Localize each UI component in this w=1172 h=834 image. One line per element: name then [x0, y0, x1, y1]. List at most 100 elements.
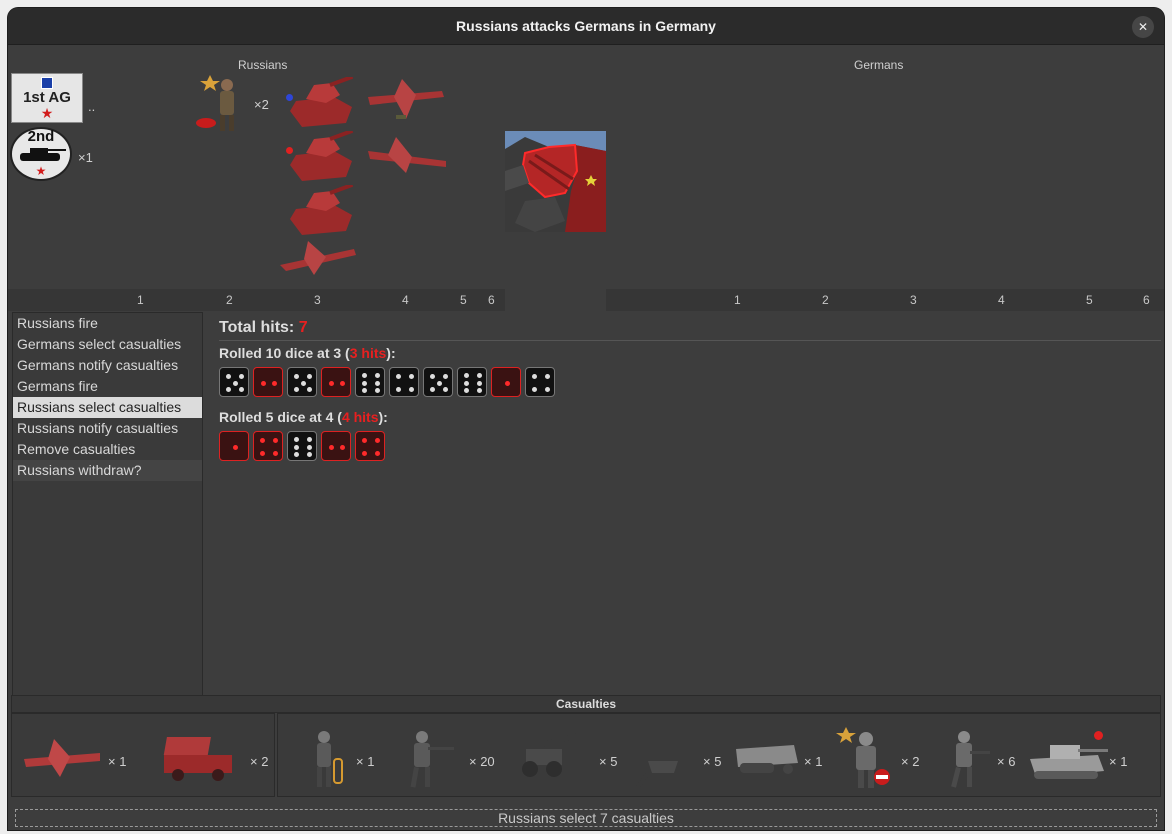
die-miss: [355, 367, 385, 397]
casualty-mult: × 20: [469, 754, 495, 769]
casualty-mult: × 1: [108, 754, 127, 769]
step-item[interactable]: Russians withdraw?: [13, 460, 202, 481]
die-pip: [375, 380, 380, 386]
casualty-mult: × 5: [599, 754, 618, 769]
battle-window: Russians attacks Germans in Germany ✕ Ru…: [8, 8, 1164, 830]
die-pip: [340, 380, 345, 386]
die-hit: [219, 431, 249, 461]
army-group-chip-label: 1st AG: [23, 89, 71, 106]
infantry-icon[interactable]: [398, 729, 458, 789]
total-hits-label: Total hits:: [219, 319, 299, 336]
mech-infantry-icon[interactable]: [938, 729, 994, 789]
window-title: Russians attacks Germans in Germany: [456, 18, 716, 34]
casualty-mult: × 1: [1109, 754, 1128, 769]
die-pip: [375, 451, 380, 456]
defender-column-2: 2: [822, 293, 829, 307]
roll-summary-2: Rolled 5 dice at 4 (4 hits):: [219, 409, 1161, 427]
roll-summary-1: Rolled 10 dice at 3 (3 hits):: [219, 345, 1161, 363]
step-item[interactable]: Germans fire: [13, 376, 202, 397]
total-hits-value: 7: [298, 319, 308, 336]
die-pip: [375, 373, 380, 378]
die-pip: [307, 374, 312, 379]
die-miss: [423, 367, 453, 397]
defender-column-6: 6: [1143, 293, 1150, 307]
battle-steps-list[interactable]: Russians fire Germans select casualties …: [12, 312, 203, 702]
step-item[interactable]: Russians notify casualties: [13, 418, 202, 439]
army-group-chip[interactable]: 1st AG ★: [11, 73, 83, 123]
attacker-label: Russians: [238, 58, 288, 72]
defender-column-4: 4: [998, 293, 1005, 307]
step-item-active[interactable]: Russians select casualties: [13, 397, 202, 418]
die-pip: [294, 374, 299, 379]
casualty-mult: × 2: [901, 754, 920, 769]
heavy-tank-icon[interactable]: [1028, 739, 1110, 783]
die-miss: [287, 431, 317, 461]
dice-row: [219, 367, 1161, 397]
step-item[interactable]: Russians fire: [13, 313, 202, 334]
die-pip: [260, 451, 265, 456]
die-pip: [504, 380, 510, 386]
fighter-plane-icon[interactable]: [22, 735, 102, 779]
die-pip: [532, 387, 537, 392]
casualty-mult: × 5: [703, 754, 722, 769]
army-group-suffix: ..: [88, 99, 96, 114]
attacker-column-4: 4: [402, 293, 409, 307]
die-hit: [321, 367, 351, 397]
defender-column-1: 1: [734, 293, 741, 307]
casualty-mult: × 2: [250, 754, 269, 769]
rocket-truck-icon[interactable]: [158, 731, 238, 783]
die-pip: [375, 388, 380, 393]
die-pip: [545, 374, 550, 379]
russian-bomber-icon[interactable]: [366, 75, 446, 125]
die-pip: [226, 374, 231, 379]
russian-infantry-icon[interactable]: [196, 75, 246, 131]
halftrack-icon[interactable]: [734, 737, 800, 777]
die-pip: [362, 388, 367, 393]
territory-map-thumbnail: [505, 131, 606, 232]
russian-fighter-icon[interactable]: [278, 235, 358, 279]
roll-summary-hits: 3 hits: [349, 345, 387, 361]
roll-summary-hits: 4 hits: [341, 409, 379, 425]
casualty-mult: × 6: [997, 754, 1016, 769]
step-item[interactable]: Germans select casualties: [13, 334, 202, 355]
roll-summary-suffix: ):: [378, 409, 388, 425]
russian-tank-icon[interactable]: [286, 77, 356, 131]
defender-label: Germans: [854, 58, 904, 72]
die-miss: [219, 367, 249, 397]
close-icon: ✕: [1137, 20, 1149, 34]
die-miss: [457, 367, 487, 397]
attacker-column-1: 1: [137, 293, 144, 307]
die-hit: [355, 431, 385, 461]
die-pip: [232, 380, 238, 386]
step-item[interactable]: Remove casualties: [13, 439, 202, 460]
die-pip: [532, 374, 537, 379]
die-pip: [464, 373, 469, 378]
russian-fighter-icon[interactable]: [366, 133, 450, 177]
die-pip: [273, 451, 278, 456]
artillery-icon[interactable]: [514, 731, 596, 781]
total-hits: Total hits: 7: [219, 319, 1161, 339]
engineer-infantry-icon[interactable]: [304, 729, 352, 789]
battle-content: Russians Germans 1st AG ★ .. 2nd ★ ×1 ×2…: [8, 45, 1164, 830]
red-star-icon: ★: [40, 105, 54, 121]
die-miss: [287, 367, 317, 397]
die-pip: [307, 444, 312, 450]
die-pip: [273, 438, 278, 443]
officer-infantry-icon[interactable]: [836, 727, 898, 791]
russian-infantry-mult: ×2: [254, 97, 269, 112]
title-bar: Russians attacks Germans in Germany ✕: [8, 8, 1164, 45]
russian-tank-icon[interactable]: [286, 131, 356, 185]
tank-army-chip[interactable]: 2nd ★: [10, 127, 72, 181]
dice-results-panel: Total hits: 7 Rolled 10 dice at 3 (3 hit…: [219, 319, 1161, 461]
die-pip: [443, 374, 448, 379]
close-button[interactable]: ✕: [1132, 16, 1154, 38]
die-hit: [253, 431, 283, 461]
die-pip: [260, 438, 265, 443]
anti-tank-gun-icon[interactable]: [634, 727, 700, 789]
casualties-header: Casualties: [11, 695, 1161, 713]
die-pip: [362, 451, 367, 456]
step-item[interactable]: Germans notify casualties: [13, 355, 202, 376]
die-pip: [477, 373, 482, 378]
die-pip: [294, 387, 299, 392]
russian-tank-icon[interactable]: [286, 185, 356, 239]
